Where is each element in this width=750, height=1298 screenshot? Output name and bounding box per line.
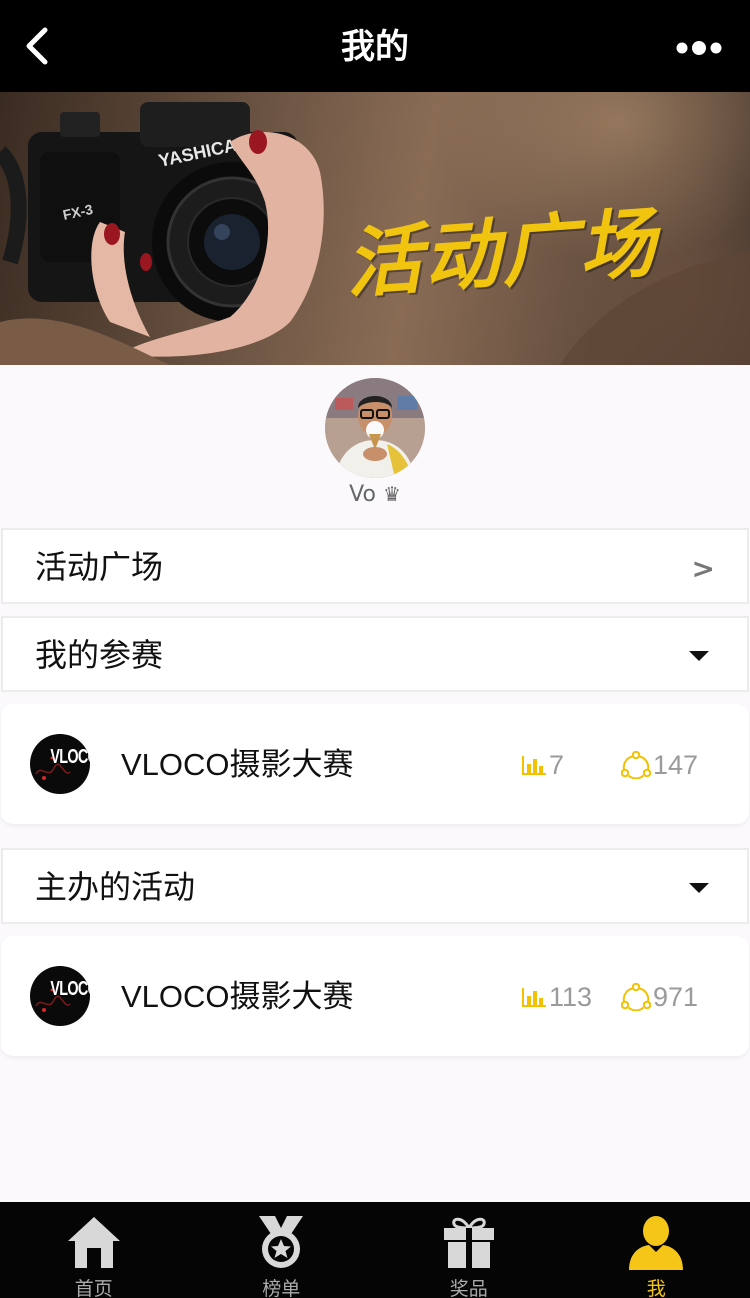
- tab-prizes[interactable]: 奖品: [375, 1202, 563, 1298]
- more-dots-icon: [676, 41, 722, 55]
- logo-text: VLOCO: [50, 746, 90, 768]
- my-entries-label: 我的参赛: [35, 636, 164, 674]
- my-entry-card[interactable]: VLOCO VLOCO摄影大赛 7 147: [1, 704, 749, 824]
- medal-icon: [259, 1216, 304, 1268]
- activity-name: VLOCO摄影大赛: [121, 747, 354, 782]
- organized-row[interactable]: 主办的活动: [1, 848, 749, 924]
- user-icon: [629, 1216, 684, 1270]
- tab-ranking[interactable]: 榜单: [188, 1202, 376, 1298]
- chevron-left-icon: [26, 27, 48, 65]
- share-network-icon: [621, 751, 651, 779]
- logo-text: VLOCO: [50, 978, 90, 1000]
- participants-stat: 971: [621, 982, 698, 1012]
- activity-plaza-row[interactable]: 活动广场 >: [1, 528, 749, 604]
- tab-me[interactable]: 我: [563, 1202, 750, 1298]
- share-network-icon: [621, 983, 651, 1011]
- top-nav-bar: 我的: [0, 0, 750, 92]
- activity-name: VLOCO摄影大赛: [121, 979, 354, 1014]
- participants-stat: 147: [621, 750, 698, 780]
- user-photo-image: [325, 378, 425, 478]
- username-row: Vo ♛: [0, 482, 750, 514]
- tab-home-label: 首页: [74, 1278, 113, 1298]
- my-entries-row[interactable]: 我的参赛: [1, 616, 749, 692]
- tab-prizes-label: 奖品: [449, 1278, 488, 1298]
- rank-value: 7: [549, 749, 565, 780]
- bar-chart-icon: [522, 756, 546, 775]
- home-icon: [67, 1217, 120, 1268]
- organized-label: 主办的活动: [35, 868, 196, 906]
- rank-stat: 113: [521, 982, 592, 1012]
- vloco-logo: VLOCO: [30, 966, 90, 1026]
- tab-home[interactable]: 首页: [0, 1202, 188, 1298]
- activity-banner[interactable]: YASHICA FX-3 活动广场: [0, 92, 750, 365]
- participants-value: 147: [653, 749, 699, 780]
- avatar[interactable]: [325, 378, 425, 478]
- organized-card[interactable]: VLOCO VLOCO摄影大赛 113 971: [1, 936, 749, 1056]
- vloco-logo: VLOCO: [30, 734, 90, 794]
- chevron-right-icon: >: [691, 552, 715, 585]
- participants-value: 971: [653, 981, 699, 1012]
- gift-icon: [443, 1217, 494, 1268]
- more-button[interactable]: [670, 28, 730, 68]
- back-button[interactable]: [12, 22, 60, 70]
- rank-stat: 7: [521, 750, 564, 780]
- caret-down-icon: [689, 651, 709, 661]
- username: Vo: [349, 482, 376, 507]
- rank-value: 113: [549, 981, 593, 1012]
- activity-plaza-label: 活动广场: [35, 548, 164, 586]
- bottom-tab-bar: 首页 榜单 奖品 我: [0, 1202, 750, 1298]
- tab-me-label: 我: [646, 1278, 666, 1298]
- caret-down-icon: [689, 883, 709, 893]
- tab-ranking-label: 榜单: [262, 1278, 301, 1298]
- bar-chart-icon: [522, 988, 546, 1007]
- page-title: 我的: [341, 27, 409, 67]
- crown-icon: ♛: [382, 482, 401, 506]
